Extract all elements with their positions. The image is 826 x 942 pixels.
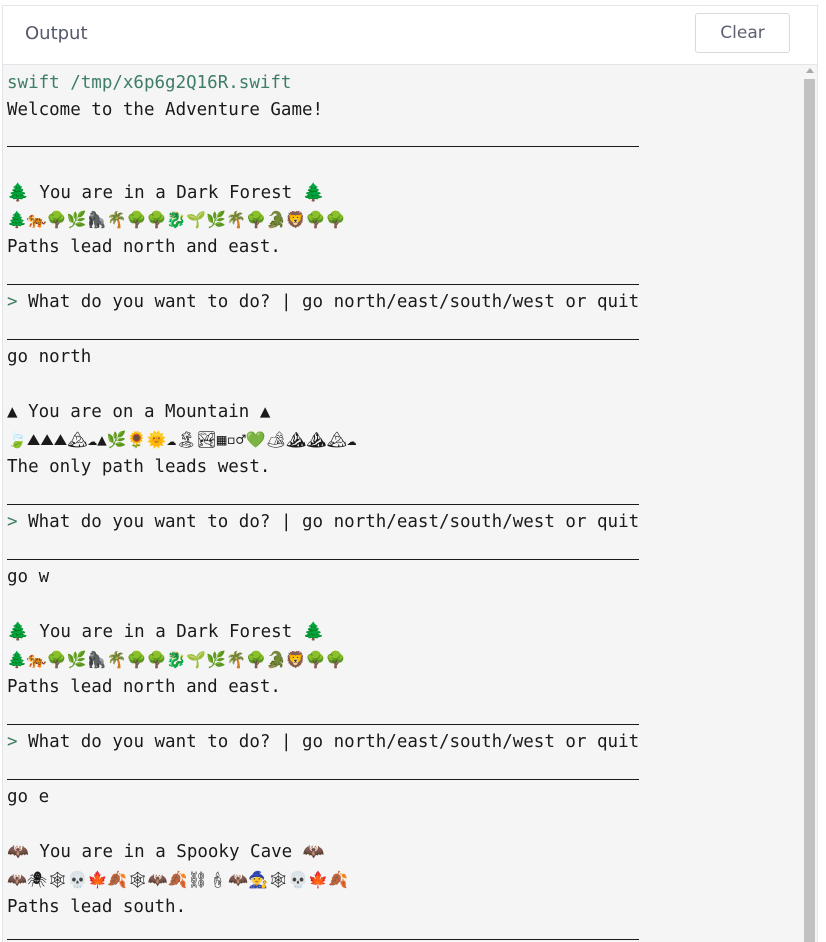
divider xyxy=(7,146,639,147)
prompt-arrow: > xyxy=(7,512,18,532)
scenery-emoji: 🌲🐅🌳🌿🦍🌴🌳🌳🐉🌱🌿🌴🌳🐊🦁🌳🌳 xyxy=(7,210,346,229)
location-title: 🌲 You are in a Dark Forest 🌲 xyxy=(7,183,325,203)
output-header: Output Clear xyxy=(3,6,817,65)
divider xyxy=(7,339,639,340)
prompt-line: > What do you want to do? | go north/eas… xyxy=(7,291,639,313)
vertical-scrollbar[interactable] xyxy=(803,65,817,942)
location-title: 🦇 You are in a Spooky Cave 🦇 xyxy=(7,842,325,862)
divider xyxy=(7,939,639,940)
prompt-arrow: > xyxy=(7,732,18,752)
console-output: swift /tmp/x6p6g2Q16R.swift Welcome to t… xyxy=(7,65,797,942)
scenery-emoji: 🌲🐅🌳🌿🦍🌴🌳🌳🐉🌱🌿🌴🌳🐊🦁🌳🌳 xyxy=(7,650,346,669)
divider xyxy=(7,779,639,780)
scroll-up-arrow-icon[interactable] xyxy=(806,68,814,73)
prompt-text: What do you want to do? | go north/east/… xyxy=(17,292,640,312)
prompt-line: > What do you want to do? | go north/eas… xyxy=(7,511,639,533)
paths-text: The only path leads west. xyxy=(7,457,271,477)
prompt-arrow: > xyxy=(7,292,18,312)
scroll-thumb[interactable] xyxy=(804,79,815,942)
divider xyxy=(7,504,639,505)
location-title: ▲ You are on a Mountain ▲ xyxy=(7,402,271,422)
user-input: go north xyxy=(7,347,92,367)
user-input: go w xyxy=(7,567,50,587)
scenery-emoji: 🍃⛰⛰⛰🏔☁▲🌿🌻🌞☁🏝🏞▦▫♂💚🏕⛰⛰🏔☁ xyxy=(7,430,357,449)
divider xyxy=(7,559,639,560)
scenery-emoji: 🦇🕷🕸💀🍁🍂🕸🦇🍂⛓🕯🦇🧙🕸💀🍁🍂 xyxy=(7,870,349,889)
output-panel: Output Clear swift /tmp/x6p6g2Q16R.swift… xyxy=(2,5,818,942)
paths-text: Paths lead south. xyxy=(7,897,187,917)
divider xyxy=(7,724,639,725)
output-title: Output xyxy=(25,23,88,44)
user-input: go e xyxy=(7,787,50,807)
prompt-text: What do you want to do? | go north/east/… xyxy=(17,512,640,532)
run-command: swift /tmp/x6p6g2Q16R.swift xyxy=(7,73,292,93)
welcome-message: Welcome to the Adventure Game! xyxy=(7,100,324,120)
paths-text: Paths lead north and east. xyxy=(7,237,281,257)
divider xyxy=(7,284,639,285)
clear-button[interactable]: Clear xyxy=(695,13,790,53)
prompt-line: > What do you want to do? | go north/eas… xyxy=(7,731,639,753)
prompt-text: What do you want to do? | go north/east/… xyxy=(17,732,640,752)
location-title: 🌲 You are in a Dark Forest 🌲 xyxy=(7,622,325,642)
paths-text: Paths lead north and east. xyxy=(7,677,281,697)
